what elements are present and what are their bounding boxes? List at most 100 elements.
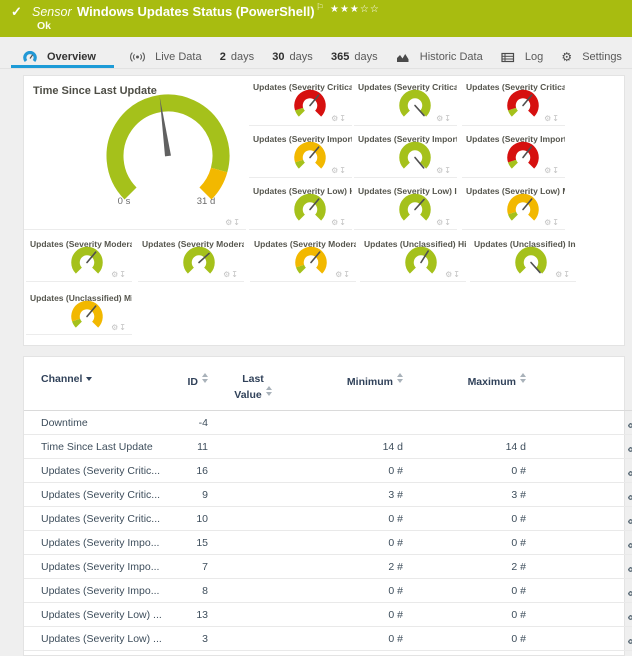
cell-max: 0 # (403, 627, 526, 651)
tab-365-days[interactable]: 365days (329, 47, 380, 68)
channel-settings-cell (526, 435, 632, 459)
cell-channel: Updates (Severity Critic... (24, 507, 181, 531)
cell-id: 13 (181, 603, 208, 627)
tab-settings[interactable]: ⚙ Settings (559, 47, 624, 68)
channel-edit-icon[interactable] (627, 536, 632, 549)
tab-log[interactable]: Log (499, 47, 545, 68)
cell-min: 0 # (298, 627, 403, 651)
table-header-row: Channel ID LastValue Minimum Maximum (24, 357, 632, 411)
cell-min (298, 411, 403, 435)
col-header-channel[interactable]: Channel (24, 357, 181, 411)
pin-icon[interactable]: ↧ (339, 166, 347, 175)
channel-edit-icon[interactable] (627, 416, 632, 429)
cell-channel: Time Since Last Update (24, 435, 181, 459)
pin-icon[interactable]: ↧ (444, 218, 452, 227)
cell-channel: Updates (Severity Low) ... (24, 603, 181, 627)
gauge-tile: Updates (Severity Critical) Hi...⚙↧ (249, 76, 352, 126)
pin-icon[interactable]: ↧ (339, 114, 347, 123)
cell-max: 3 # (403, 483, 526, 507)
pin-icon[interactable]: ↧ (552, 114, 560, 123)
pin-icon[interactable]: ↧ (552, 218, 560, 227)
cell-id: 9 (181, 483, 208, 507)
table-row: Updates (Severity Critic...100 #0 # (24, 507, 632, 531)
tile-actions: ⚙↧ (544, 114, 560, 123)
tab-2-days[interactable]: 2days (218, 47, 256, 68)
cell-channel: Updates (Severity Impo... (24, 555, 181, 579)
gauge (501, 140, 545, 171)
live-data-icon (130, 51, 145, 63)
big-gauge (96, 88, 241, 206)
col-header-last-value[interactable]: LastValue (208, 357, 298, 411)
tab-overview[interactable]: Overview (11, 47, 114, 68)
historic-chart-icon (396, 52, 410, 63)
pin-icon[interactable]: ↧ (453, 270, 461, 279)
tile-actions: ⚙↧ (331, 218, 347, 227)
table-row: Updates (Severity Impo...150 #0 # (24, 531, 632, 555)
cell-last (208, 435, 298, 459)
pin-icon[interactable]: ↧ (233, 218, 241, 227)
sort-icon (397, 373, 403, 383)
gauge-tile: Updates (Severity Moderate) ...⚙↧ (250, 233, 356, 282)
sensor-label: Sensor (32, 5, 72, 19)
cell-last (208, 459, 298, 483)
tile-actions: ⚙↧ (436, 166, 452, 175)
cell-max: 0 # (403, 603, 526, 627)
gauge (288, 140, 332, 171)
gauge (393, 140, 437, 171)
cell-channel: Downtime (24, 411, 181, 435)
channel-edit-icon[interactable] (627, 440, 632, 453)
pin-icon[interactable]: ↧ (339, 218, 347, 227)
cell-min: 2 # (298, 555, 403, 579)
gauge (501, 192, 545, 223)
pin-icon[interactable]: ↧ (444, 114, 452, 123)
channel-edit-icon[interactable] (627, 512, 632, 525)
gauge (399, 245, 443, 276)
cell-max: 0 # (403, 531, 526, 555)
table-row: Updates (Severity Impo...72 #2 # (24, 555, 632, 579)
tab-live-data[interactable]: Live Data (128, 47, 203, 68)
col-header-actions (526, 357, 632, 411)
gauge-tile: Updates (Severity Moderate) ...⚙↧ (26, 233, 132, 282)
channel-settings-cell (526, 555, 632, 579)
pin-icon[interactable]: ↧ (563, 270, 571, 279)
channel-edit-icon[interactable] (627, 632, 632, 645)
cell-min: 0 # (298, 603, 403, 627)
pin-icon[interactable]: ↧ (231, 270, 239, 279)
pin-icon[interactable]: ↧ (444, 166, 452, 175)
col-header-maximum[interactable]: Maximum (403, 357, 526, 411)
cell-id: -4 (181, 411, 208, 435)
channel-edit-icon[interactable] (627, 584, 632, 597)
tile-actions: ⚙↧ (111, 270, 127, 279)
tab-bar: Overview Live Data 2days 30days 365days … (0, 45, 632, 69)
tab-historic-data[interactable]: Historic Data (394, 47, 485, 68)
gauge (393, 88, 437, 119)
cell-id: 10 (181, 507, 208, 531)
cell-last (208, 531, 298, 555)
channel-edit-icon[interactable] (627, 608, 632, 621)
tab-30-days[interactable]: 30days (270, 47, 315, 68)
cell-last (208, 579, 298, 603)
cell-min: 0 # (298, 579, 403, 603)
cell-last (208, 507, 298, 531)
col-header-id[interactable]: ID (181, 357, 208, 411)
pin-icon[interactable]: ↧ (552, 166, 560, 175)
col-header-minimum[interactable]: Minimum (298, 357, 403, 411)
sort-icon (266, 386, 272, 396)
cell-max: 0 # (403, 507, 526, 531)
channel-settings-cell (526, 627, 632, 651)
channel-settings-cell (526, 531, 632, 555)
priority-stars[interactable]: ★★★☆☆ (330, 4, 380, 15)
gauge-min-label: 0 s (102, 196, 146, 207)
pin-icon[interactable]: ↧ (343, 270, 351, 279)
channel-edit-icon[interactable] (627, 560, 632, 573)
pin-icon[interactable]: ↧ (119, 323, 127, 332)
gauge-tile: Updates (Unclassified) Missing⚙↧ (26, 287, 132, 335)
tile-actions: ⚙↧ (555, 270, 571, 279)
channel-edit-icon[interactable] (627, 464, 632, 477)
table-row: Updates (Severity Low) ...13 0 #0 # (24, 603, 632, 627)
priority-flag-icon[interactable]: ⚐ (316, 2, 324, 13)
cell-id: 16 (181, 459, 208, 483)
pin-icon[interactable]: ↧ (119, 270, 127, 279)
channel-edit-icon[interactable] (627, 488, 632, 501)
tile-actions: ⚙↧ (544, 166, 560, 175)
